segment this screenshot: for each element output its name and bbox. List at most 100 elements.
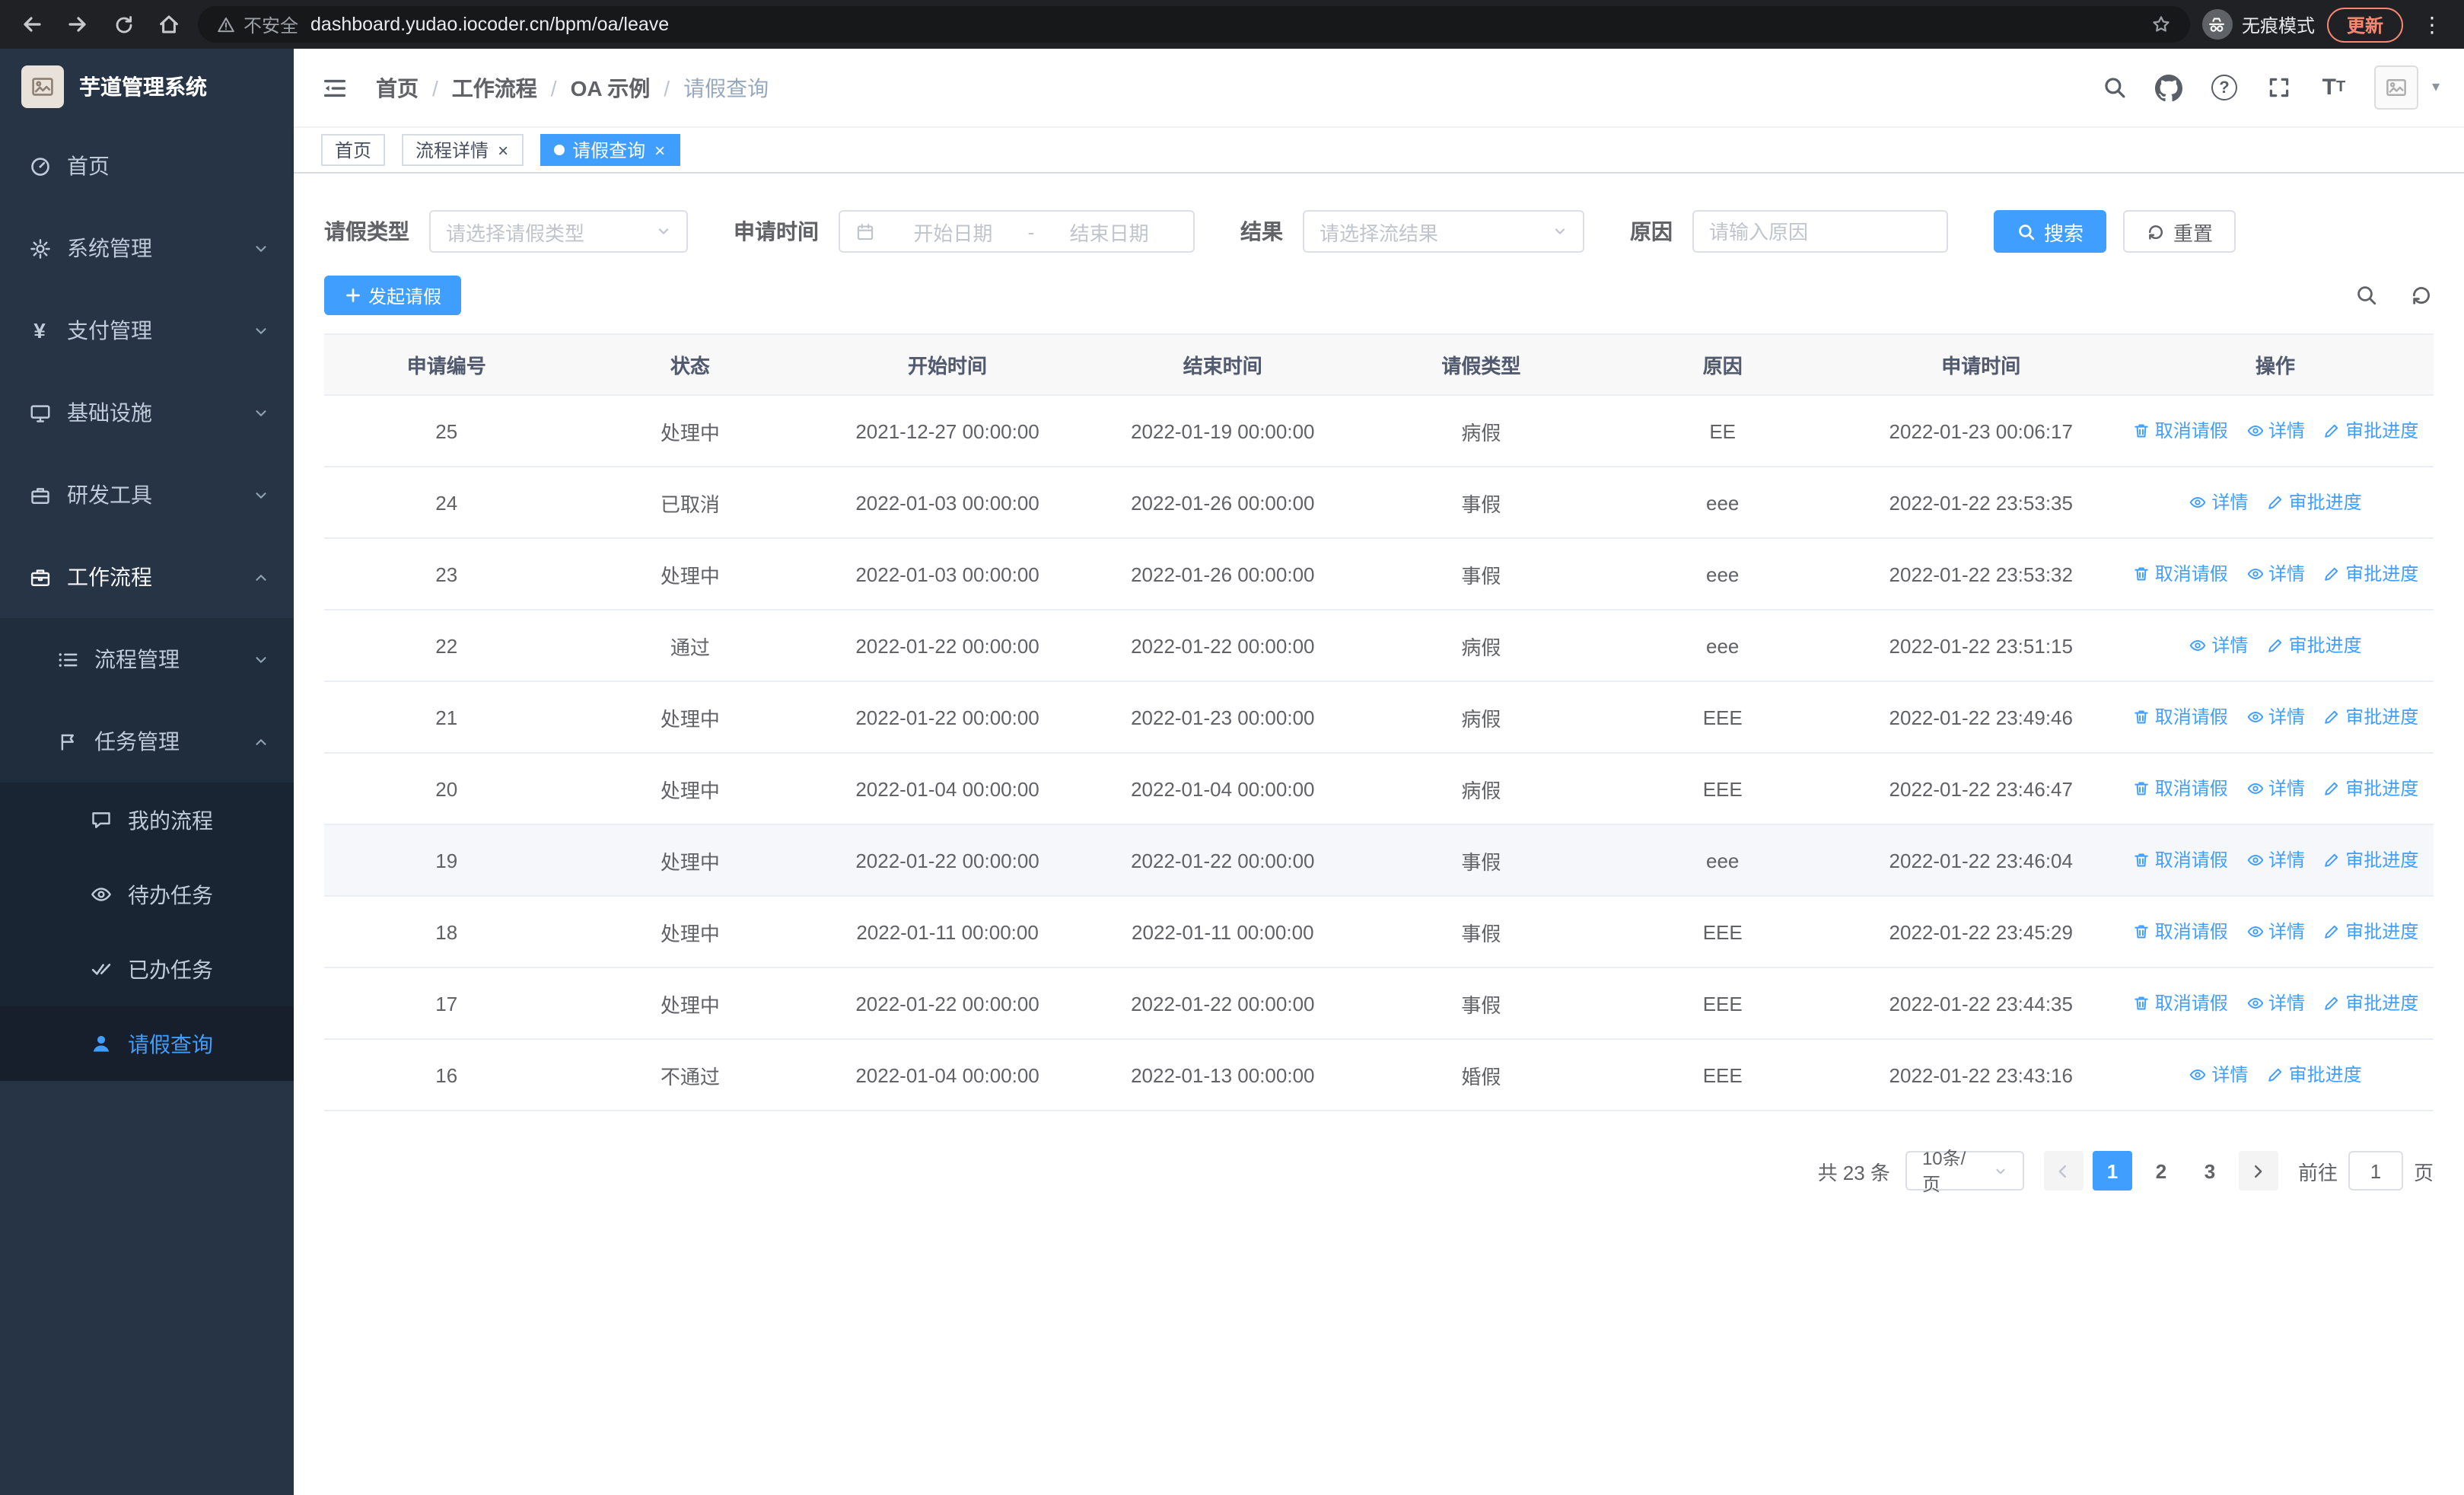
approval-progress-link[interactable]: 审批进度 xyxy=(2322,847,2418,873)
cancel-leave-link[interactable]: 取消请假 xyxy=(2132,847,2228,873)
sidebar-item-infrastructure[interactable]: 基础设施 xyxy=(0,371,294,454)
font-size-icon[interactable]: TT xyxy=(2319,73,2348,102)
cancel-leave-link[interactable]: 取消请假 xyxy=(2132,919,2228,945)
cancel-leave-link[interactable]: 取消请假 xyxy=(2132,561,2228,587)
fullscreen-icon[interactable] xyxy=(2265,73,2294,102)
search-button[interactable]: 搜索 xyxy=(1994,210,2107,253)
forward-icon[interactable] xyxy=(61,8,94,41)
col-apply-time: 申请时间 xyxy=(1845,333,2118,396)
approval-progress-link[interactable]: 审批进度 xyxy=(2322,704,2418,730)
cell-reason: EEE xyxy=(1600,681,1845,754)
cancel-leave-link[interactable]: 取消请假 xyxy=(2132,704,2228,730)
cell-actions: 取消请假 详情 审批进度 xyxy=(2117,824,2434,897)
create-leave-button[interactable]: 发起请假 xyxy=(324,276,462,315)
detail-link[interactable]: 详情 xyxy=(2246,847,2305,873)
table-row: 22 通过 2022-01-22 00:00:00 2022-01-22 00:… xyxy=(324,610,2434,682)
detail-link[interactable]: 详情 xyxy=(2246,561,2305,587)
close-icon[interactable]: × xyxy=(653,141,667,159)
approval-progress-link[interactable]: 审批进度 xyxy=(2322,418,2418,444)
reason-input[interactable] xyxy=(1692,210,1948,253)
sidebar-item-label: 研发工具 xyxy=(67,483,152,507)
detail-link[interactable]: 详情 xyxy=(2246,919,2305,945)
cell-reason: EEE xyxy=(1600,896,1845,968)
home-icon[interactable] xyxy=(152,8,186,41)
update-button[interactable]: 更新 xyxy=(2326,7,2403,42)
sidebar-collapse-icon[interactable] xyxy=(318,71,352,104)
toggle-search-icon[interactable] xyxy=(2353,282,2379,308)
top-navbar: 首页 / 工作流程 / OA 示例 / 请假查询 ? T T ▾ xyxy=(294,49,2464,128)
page-size-select[interactable]: 10条/页 xyxy=(1905,1148,2024,1195)
detail-label: 详情 xyxy=(2268,921,2306,943)
reload-icon[interactable] xyxy=(107,8,140,41)
approval-progress-link[interactable]: 审批进度 xyxy=(2266,489,2362,515)
sidebar-item-leave-query[interactable]: 请假查询 xyxy=(0,1006,294,1081)
detail-link[interactable]: 详情 xyxy=(2189,1062,2248,1088)
breadcrumb-item[interactable]: 首页 xyxy=(376,72,419,103)
approval-progress-label: 审批进度 xyxy=(2288,1064,2362,1086)
goto-page-input[interactable] xyxy=(2348,1151,2403,1191)
leave-table: 申请编号 状态 开始时间 结束时间 请假类型 原因 申请时间 操作 25 处理中… xyxy=(324,333,2434,1111)
avatar-caret-icon[interactable]: ▾ xyxy=(2432,79,2440,96)
cell-end-time: 2022-01-22 00:00:00 xyxy=(1083,610,1362,682)
avatar[interactable] xyxy=(2373,65,2418,110)
approval-progress-link[interactable]: 审批进度 xyxy=(2322,776,2418,802)
sidebar-item-payment[interactable]: ¥ 支付管理 xyxy=(0,289,294,371)
cell-actions: 详情 审批进度 xyxy=(2117,610,2434,682)
app-logo[interactable]: 芋道管理系统 xyxy=(0,49,294,125)
sidebar-item-label: 请假查询 xyxy=(128,1031,213,1056)
close-icon[interactable]: × xyxy=(496,141,510,159)
sidebar-item-my-process[interactable]: 我的流程 xyxy=(0,783,294,857)
detail-link[interactable]: 详情 xyxy=(2189,489,2248,515)
sidebar-item-todo-tasks[interactable]: 待办任务 xyxy=(0,857,294,932)
sidebar-item-done-tasks[interactable]: 已办任务 xyxy=(0,932,294,1006)
bookmark-star-icon[interactable] xyxy=(2150,14,2172,35)
start-date-placeholder[interactable]: 开始日期 xyxy=(884,217,1022,246)
result-select[interactable]: 请选择流结果 xyxy=(1303,210,1584,253)
approval-progress-link[interactable]: 审批进度 xyxy=(2266,1062,2362,1088)
breadcrumb-item[interactable]: 工作流程 xyxy=(452,72,537,103)
approval-progress-link[interactable]: 审批进度 xyxy=(2322,919,2418,945)
security-warning[interactable]: 不安全 xyxy=(216,11,298,37)
back-icon[interactable] xyxy=(15,8,49,41)
end-date-placeholder[interactable]: 结束日期 xyxy=(1040,217,1178,246)
help-icon[interactable]: ? xyxy=(2210,73,2239,102)
detail-link[interactable]: 详情 xyxy=(2246,990,2305,1016)
github-icon[interactable] xyxy=(2155,73,2184,102)
tab-process-detail[interactable]: 流程详情 × xyxy=(402,134,524,166)
url-text[interactable]: dashboard.yudao.iocoder.cn/bpm/oa/leave xyxy=(310,14,2138,35)
approval-progress-link[interactable]: 审批进度 xyxy=(2322,561,2418,587)
reset-button[interactable]: 重置 xyxy=(2123,210,2236,253)
date-range-picker[interactable]: 开始日期 - 结束日期 xyxy=(839,210,1195,253)
approval-progress-link[interactable]: 审批进度 xyxy=(2266,633,2362,658)
browser-menu-icon[interactable]: ⋮ xyxy=(2415,8,2449,41)
page-number-3[interactable]: 3 xyxy=(2190,1151,2230,1191)
detail-link[interactable]: 详情 xyxy=(2246,418,2305,444)
page-number-1[interactable]: 1 xyxy=(2092,1151,2132,1191)
table-row: 25 处理中 2021-12-27 00:00:00 2022-01-19 00… xyxy=(324,395,2434,467)
address-bar[interactable]: 不安全 dashboard.yudao.iocoder.cn/bpm/oa/le… xyxy=(198,6,2190,43)
page-number-2[interactable]: 2 xyxy=(2141,1151,2181,1191)
breadcrumb-item[interactable]: OA 示例 xyxy=(571,72,651,103)
cancel-leave-link[interactable]: 取消请假 xyxy=(2132,418,2228,444)
sidebar-item-workflow[interactable]: 工作流程 xyxy=(0,536,294,618)
prev-page-icon[interactable] xyxy=(2043,1151,2084,1191)
next-page-icon[interactable] xyxy=(2238,1151,2278,1191)
sidebar-item-dev-tools[interactable]: 研发工具 xyxy=(0,454,294,536)
refresh-icon[interactable] xyxy=(2408,282,2434,308)
approval-progress-link[interactable]: 审批进度 xyxy=(2322,990,2418,1016)
detail-link[interactable]: 详情 xyxy=(2246,704,2305,730)
leave-type-select[interactable]: 请选择请假类型 xyxy=(429,210,688,253)
sidebar-item-home[interactable]: 首页 xyxy=(0,125,294,207)
sidebar-item-task-management[interactable]: 任务管理 xyxy=(0,700,294,783)
cancel-leave-link[interactable]: 取消请假 xyxy=(2132,776,2228,802)
tab-leave-query[interactable]: 请假查询 × xyxy=(540,134,681,166)
tab-home[interactable]: 首页 xyxy=(321,134,386,166)
pagination-goto: 前往 页 xyxy=(2298,1151,2434,1191)
search-icon[interactable] xyxy=(2100,73,2129,102)
cancel-leave-link[interactable]: 取消请假 xyxy=(2132,990,2228,1016)
sidebar-item-system[interactable]: 系统管理 xyxy=(0,207,294,289)
detail-link[interactable]: 详情 xyxy=(2246,776,2305,802)
sidebar-item-process-management[interactable]: 流程管理 xyxy=(0,618,294,700)
detail-link[interactable]: 详情 xyxy=(2189,633,2248,658)
approval-progress-label: 审批进度 xyxy=(2345,850,2419,872)
